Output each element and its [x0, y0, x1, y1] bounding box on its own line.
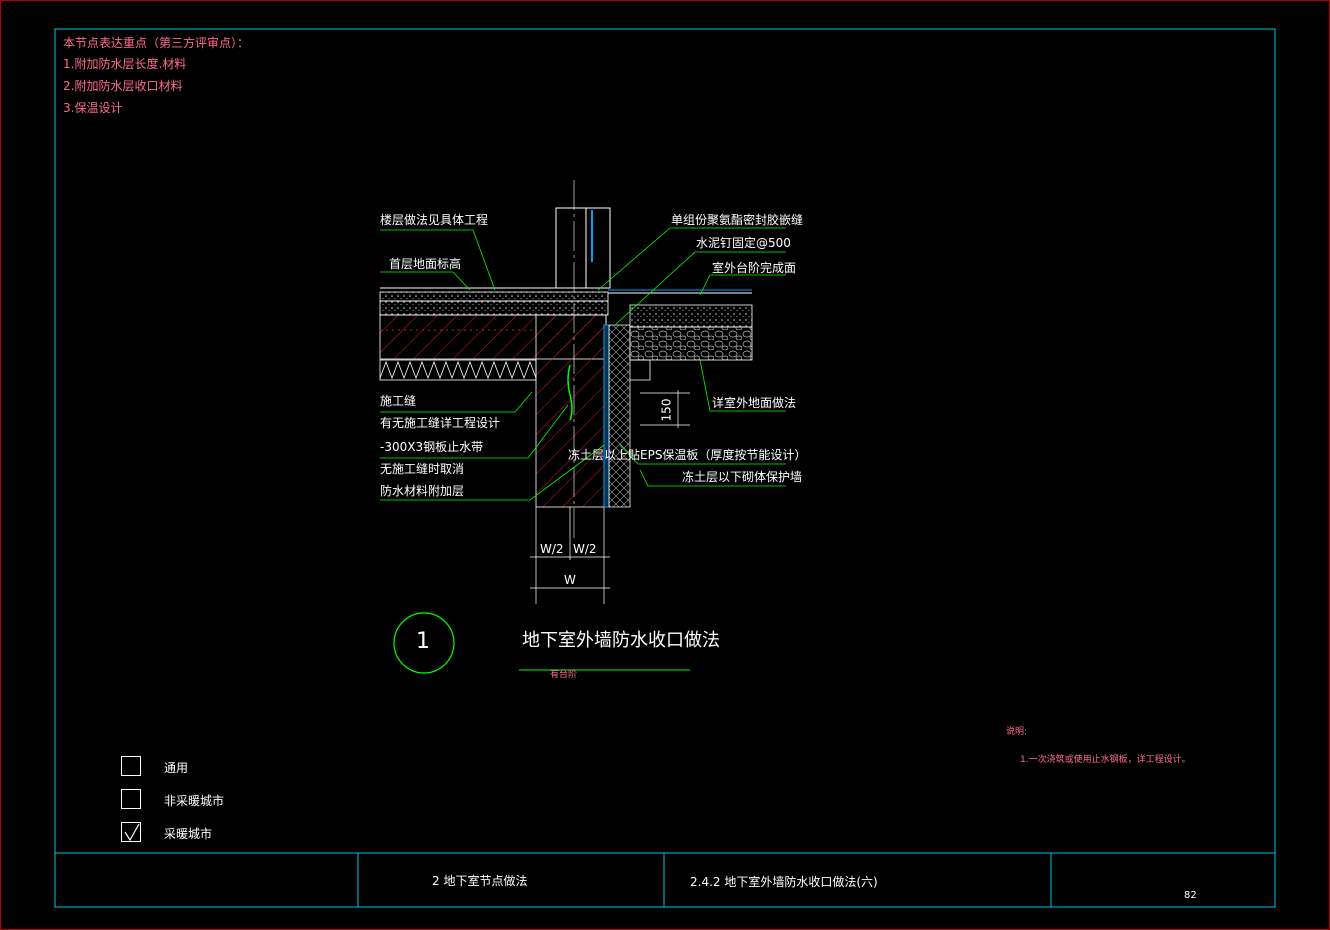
- eps-protection: [608, 324, 631, 508]
- callout-extra-layer: 防水材料附加层: [380, 484, 465, 498]
- gravel-bed: [629, 326, 753, 361]
- detail-subtitle: 有台阶: [550, 670, 578, 680]
- dimension-width: W: [564, 573, 576, 587]
- notes-item: 3.保温设计: [63, 101, 123, 115]
- callout-joint-design: 有无施工缝详工程设计: [380, 416, 501, 430]
- explanation-title: 说明:: [1006, 727, 1028, 737]
- legend-label: 非采暖城市: [164, 794, 225, 808]
- dimension-150: 150: [659, 398, 674, 422]
- dimension-half-width: W/2: [573, 542, 597, 556]
- explanation-text: 1.一次浇筑或使用止水钢板，详工程设计。: [1020, 755, 1191, 765]
- sheet-frame: [54, 28, 1276, 908]
- notes-item: 1.附加防水层长度.材料: [63, 57, 187, 71]
- legend-checkbox-non-heating[interactable]: [121, 789, 141, 809]
- legend-checkbox-heating[interactable]: [121, 822, 141, 842]
- callout-sealant: 单组份聚氨酯密封胶嵌缝: [671, 213, 804, 227]
- titleblock-section: 2 地下室节点做法: [432, 874, 528, 888]
- callout-no-joint: 无施工缝时取消: [380, 462, 465, 476]
- outdoor-step: [629, 304, 753, 328]
- callout-floor-finish: 楼层做法见具体工程: [380, 213, 489, 227]
- detail-number: 1: [416, 629, 430, 654]
- callout-eps-board: 冻土层以上贴EPS保温板（厚度按节能设计）: [568, 448, 807, 462]
- upper-wall: [555, 207, 587, 289]
- callout-nail: 水泥钉固定@500: [696, 236, 791, 250]
- callout-outdoor-step: 室外台阶完成面: [712, 261, 797, 275]
- titleblock-page: 82: [1184, 890, 1197, 901]
- waterproof-layer: [603, 324, 610, 508]
- callout-construction-joint: 施工缝: [380, 394, 417, 408]
- titleblock-drawing: 2.4.2 地下室外墙防水收口做法(六): [690, 875, 878, 889]
- notes-heading: 本节点表达重点（第三方评审点）：: [63, 36, 250, 50]
- dimension-half-width: W/2: [540, 542, 564, 556]
- detail-title: 地下室外墙防水收口做法: [522, 630, 720, 651]
- check-icon: [124, 823, 140, 842]
- legend-label: 采暖城市: [164, 827, 213, 841]
- callout-steel-plate: -300X3钢板止水带: [380, 440, 484, 454]
- legend-checkbox-general[interactable]: [121, 756, 141, 776]
- callout-ground-level: 首层地面标高: [389, 257, 462, 271]
- notes-item: 2.附加防水层收口材料: [63, 79, 183, 93]
- drawing-svg: [54, 28, 1276, 908]
- legend-label: 通用: [164, 761, 189, 775]
- basement-wall: [535, 314, 607, 508]
- callout-outdoor-ground: 详室外地面做法: [712, 396, 797, 410]
- callout-protect-wall: 冻土层以下砌体保护墙: [682, 470, 803, 484]
